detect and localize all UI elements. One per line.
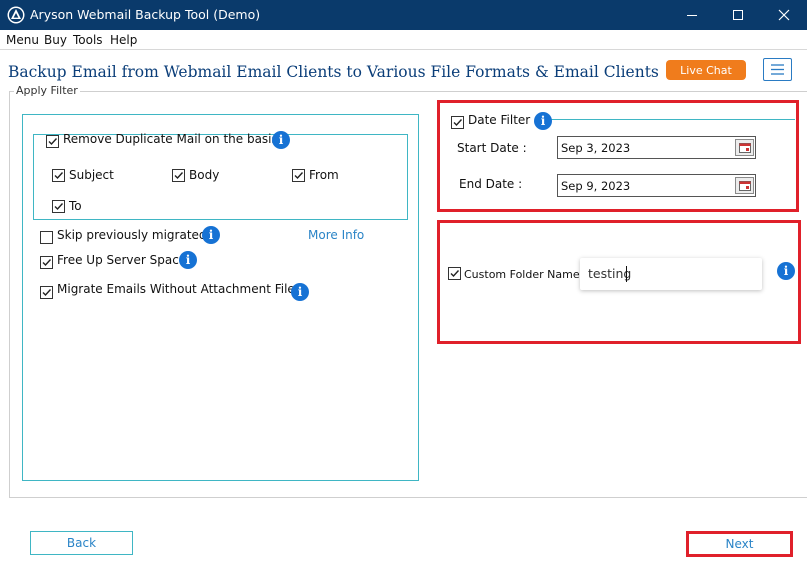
skip-migrated-label: Skip previously migrated — [57, 228, 207, 242]
checkmark-icon — [450, 270, 460, 278]
menu-item-help[interactable]: Help — [110, 33, 137, 47]
start-date-picker[interactable]: Sep 3, 2023 — [557, 136, 756, 159]
menu-bar: Menu Buy Tools Help — [0, 30, 807, 50]
hamburger-menu-button[interactable] — [763, 58, 792, 81]
next-button[interactable]: Next — [686, 531, 793, 557]
body-label: Body — [189, 168, 220, 182]
close-button[interactable] — [761, 0, 807, 30]
without-attachments-info-icon[interactable]: i — [291, 283, 309, 301]
custom-folder-input[interactable]: testing — [580, 258, 762, 290]
checkmark-icon — [174, 172, 184, 180]
checkmark-icon — [42, 259, 52, 267]
page-title: Backup Email from Webmail Email Clients … — [8, 63, 659, 81]
free-up-space-info-icon[interactable]: i — [179, 251, 197, 269]
calendar-icon — [738, 142, 751, 153]
minimize-button[interactable] — [669, 0, 715, 30]
subject-label: Subject — [69, 168, 114, 182]
subject-checkbox[interactable] — [52, 169, 65, 182]
end-date-calendar-button[interactable] — [735, 177, 754, 194]
body-checkbox[interactable] — [172, 169, 185, 182]
title-bar: Aryson Webmail Backup Tool (Demo) — [0, 0, 807, 30]
menu-item-buy[interactable]: Buy — [44, 33, 67, 47]
start-date-calendar-button[interactable] — [735, 139, 754, 156]
maximize-button[interactable] — [715, 0, 761, 30]
remove-duplicate-label: Remove Duplicate Mail on the basis — [63, 132, 278, 146]
from-label: From — [309, 168, 339, 182]
free-up-space-checkbox[interactable] — [40, 256, 53, 269]
live-chat-button[interactable]: Live Chat — [666, 60, 746, 80]
from-checkbox[interactable] — [292, 169, 305, 182]
hamburger-icon — [771, 64, 784, 75]
start-date-value: Sep 3, 2023 — [561, 141, 631, 155]
close-icon — [778, 9, 790, 21]
text-caret — [626, 266, 627, 282]
without-attachments-label: Migrate Emails Without Attachment Files — [57, 282, 302, 296]
remove-duplicate-checkbox[interactable] — [46, 135, 59, 148]
calendar-icon — [738, 180, 751, 191]
apply-filter-label: Apply Filter — [14, 84, 80, 97]
custom-folder-input-value: testing — [588, 266, 632, 281]
checkmark-icon — [42, 289, 52, 297]
skip-migrated-info-icon[interactable]: i — [202, 226, 220, 244]
remove-duplicate-info-icon[interactable]: i — [272, 131, 290, 149]
checkmark-icon — [54, 203, 64, 211]
date-filter-divider — [545, 119, 795, 120]
without-attachments-checkbox[interactable] — [40, 286, 53, 299]
date-filter-label: Date Filter — [468, 113, 531, 127]
free-up-space-label: Free Up Server Space — [57, 253, 187, 267]
checkmark-icon — [294, 172, 304, 180]
more-info-link[interactable]: More Info — [308, 228, 364, 242]
checkmark-icon — [48, 138, 58, 146]
custom-folder-info-icon[interactable]: i — [777, 262, 795, 280]
skip-migrated-checkbox[interactable] — [40, 231, 53, 244]
custom-folder-checkbox[interactable] — [448, 267, 461, 280]
menu-item-tools[interactable]: Tools — [73, 33, 103, 47]
menu-item-menu[interactable]: Menu — [6, 33, 39, 47]
end-date-value: Sep 9, 2023 — [561, 179, 631, 193]
end-date-label: End Date : — [459, 177, 523, 191]
date-filter-info-icon[interactable]: i — [534, 112, 552, 130]
to-label: To — [69, 199, 82, 213]
minimize-icon — [687, 15, 697, 16]
end-date-picker[interactable]: Sep 9, 2023 — [557, 174, 756, 197]
checkmark-icon — [54, 172, 64, 180]
to-checkbox[interactable] — [52, 200, 65, 213]
back-button[interactable]: Back — [30, 531, 133, 555]
maximize-icon — [733, 10, 743, 20]
app-logo-icon — [7, 6, 25, 24]
window-title: Aryson Webmail Backup Tool (Demo) — [30, 7, 261, 22]
start-date-label: Start Date : — [457, 141, 527, 155]
date-filter-checkbox[interactable] — [451, 116, 464, 129]
checkmark-icon — [453, 119, 463, 127]
custom-folder-label: Custom Folder Name — [464, 268, 580, 281]
